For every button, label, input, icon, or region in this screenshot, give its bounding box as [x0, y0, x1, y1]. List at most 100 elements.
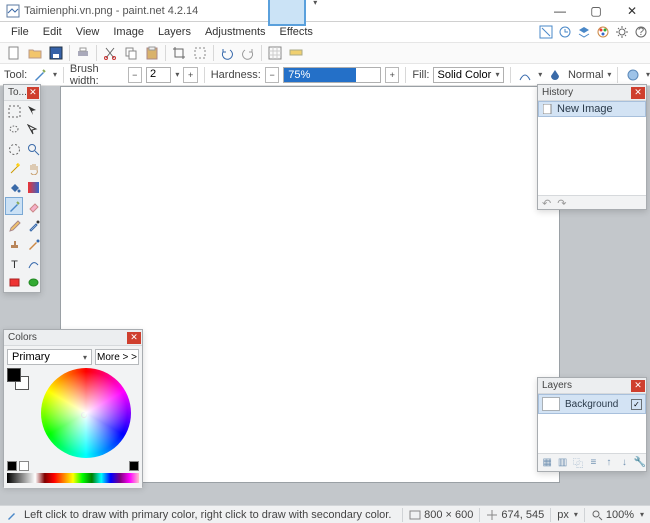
merge-layer-button[interactable]: ≡ — [587, 456, 599, 470]
menu-adjustments[interactable]: Adjustments — [198, 24, 273, 40]
hardness-increase[interactable]: + — [385, 67, 399, 83]
paste-button[interactable] — [142, 44, 162, 62]
tool-move[interactable] — [24, 102, 42, 120]
tool-gradient[interactable] — [24, 178, 42, 196]
layers-window-icon[interactable] — [575, 23, 593, 41]
colors-panel-close[interactable]: ✕ — [127, 332, 141, 344]
menu-effects[interactable]: Effects — [273, 24, 320, 40]
close-button[interactable]: ✕ — [614, 1, 650, 21]
tool-paint-bucket[interactable] — [5, 178, 23, 196]
layer-row[interactable]: Background ✓ — [538, 394, 646, 414]
status-hint: Left click to draw with primary color, r… — [24, 509, 397, 521]
tool-label: Tool: — [4, 69, 27, 81]
move-down-button[interactable]: ↓ — [618, 456, 630, 470]
tool-paintbrush[interactable] — [5, 197, 23, 215]
colors-panel-title: Colors — [8, 332, 127, 343]
deselect-button[interactable] — [190, 44, 210, 62]
antialias-toggle[interactable] — [516, 66, 534, 84]
add-layer-button[interactable]: ▦ — [541, 456, 553, 470]
undo-icon[interactable]: ↶ — [542, 197, 551, 210]
save-button[interactable] — [46, 44, 66, 62]
tool-color-picker[interactable] — [24, 216, 42, 234]
undo-button[interactable] — [217, 44, 237, 62]
redo-icon[interactable]: ↷ — [557, 197, 566, 210]
palette-white[interactable] — [19, 461, 29, 471]
brush-width-increase[interactable]: + — [183, 67, 197, 83]
blend-mode[interactable]: Normal — [568, 69, 603, 81]
delete-layer-button[interactable]: ▥ — [556, 456, 568, 470]
color-swatches[interactable] — [7, 368, 29, 390]
fill-label: Fill: — [412, 69, 429, 81]
menu-file[interactable]: File — [4, 24, 36, 40]
history-item[interactable]: New Image — [538, 101, 646, 117]
tool-zoom[interactable] — [24, 140, 42, 158]
color-palette[interactable] — [7, 473, 139, 483]
settings-icon[interactable] — [613, 23, 631, 41]
tool-rectangle[interactable] — [5, 273, 23, 291]
layer-properties-button[interactable]: 🔧 — [634, 456, 646, 470]
view-rulers-button[interactable] — [286, 44, 306, 62]
print-button[interactable] — [73, 44, 93, 62]
layer-opacity-icon[interactable] — [624, 66, 642, 84]
brush-width-input[interactable]: 2 — [146, 67, 171, 83]
hardness-slider[interactable]: 75% — [283, 67, 381, 83]
redo-button[interactable] — [238, 44, 258, 62]
maximize-button[interactable]: ▢ — [578, 1, 614, 21]
tool-recolor[interactable] — [24, 235, 42, 253]
menu-view[interactable]: View — [69, 24, 107, 40]
history-window-icon[interactable] — [556, 23, 574, 41]
minimize-button[interactable]: — — [542, 1, 578, 21]
menu-layers[interactable]: Layers — [151, 24, 198, 40]
primary-secondary-dropdown[interactable]: Primary▾ — [7, 349, 92, 365]
tool-rectangle-select[interactable] — [5, 102, 23, 120]
tool-clone-stamp[interactable] — [5, 235, 23, 253]
new-button[interactable] — [4, 44, 24, 62]
tool-move-selection[interactable] — [24, 121, 42, 139]
fill-dropdown[interactable]: Solid Color▾ — [433, 67, 503, 83]
thumbnail-dropdown[interactable]: ▾ — [308, 0, 322, 10]
palette-black[interactable] — [7, 461, 17, 471]
tool-pan[interactable] — [24, 159, 42, 177]
status-unit-selector[interactable]: px▾ — [551, 509, 584, 521]
colors-panel: Colors✕ Primary▾ More > > — [3, 329, 143, 487]
menu-image[interactable]: Image — [106, 24, 151, 40]
copy-button[interactable] — [121, 44, 141, 62]
tool-text[interactable]: T — [5, 254, 23, 272]
menu-edit[interactable]: Edit — [36, 24, 69, 40]
tool-line[interactable] — [24, 254, 42, 272]
tool-pencil[interactable] — [5, 216, 23, 234]
color-wheel[interactable] — [41, 368, 131, 458]
status-zoom[interactable]: 100%▾ — [585, 509, 650, 521]
hardness-decrease[interactable]: − — [265, 67, 279, 83]
layers-panel: Layers✕ Background ✓ ▦ ▥ ⿻ ≡ ↑ ↓ 🔧 — [537, 377, 647, 472]
document-thumbnail[interactable] — [268, 0, 306, 26]
open-button[interactable] — [25, 44, 45, 62]
tool-dropdown[interactable]: ▾ — [53, 70, 57, 79]
brush-width-dropdown[interactable]: ▾ — [175, 70, 179, 79]
move-up-button[interactable]: ↑ — [603, 456, 615, 470]
colors-window-icon[interactable] — [594, 23, 612, 41]
svg-text:T: T — [11, 259, 18, 270]
duplicate-layer-button[interactable]: ⿻ — [572, 456, 584, 470]
brush-width-decrease[interactable]: − — [128, 67, 142, 83]
tools-panel-close[interactable]: ✕ — [27, 87, 39, 99]
tool-ellipse-select[interactable] — [5, 140, 23, 158]
help-icon[interactable]: ? — [632, 23, 650, 41]
view-grid-button[interactable] — [265, 44, 285, 62]
more-button[interactable]: More > > — [95, 349, 139, 365]
tool-lasso[interactable] — [5, 121, 23, 139]
swap-colors-icon[interactable] — [129, 461, 139, 471]
layer-name: Background — [565, 399, 626, 410]
tool-magic-wand[interactable] — [5, 159, 23, 177]
cut-button[interactable] — [100, 44, 120, 62]
crop-button[interactable] — [169, 44, 189, 62]
tools-panel: To...✕ T — [3, 84, 41, 293]
layers-panel-close[interactable]: ✕ — [631, 380, 645, 392]
history-panel-close[interactable]: ✕ — [631, 87, 645, 99]
tools-window-icon[interactable] — [537, 23, 555, 41]
layer-visible-checkbox[interactable]: ✓ — [631, 399, 642, 410]
active-tool-icon[interactable] — [31, 66, 49, 84]
tool-ellipse[interactable] — [24, 273, 42, 291]
tool-eraser[interactable] — [24, 197, 42, 215]
primary-color-swatch[interactable] — [7, 368, 21, 382]
